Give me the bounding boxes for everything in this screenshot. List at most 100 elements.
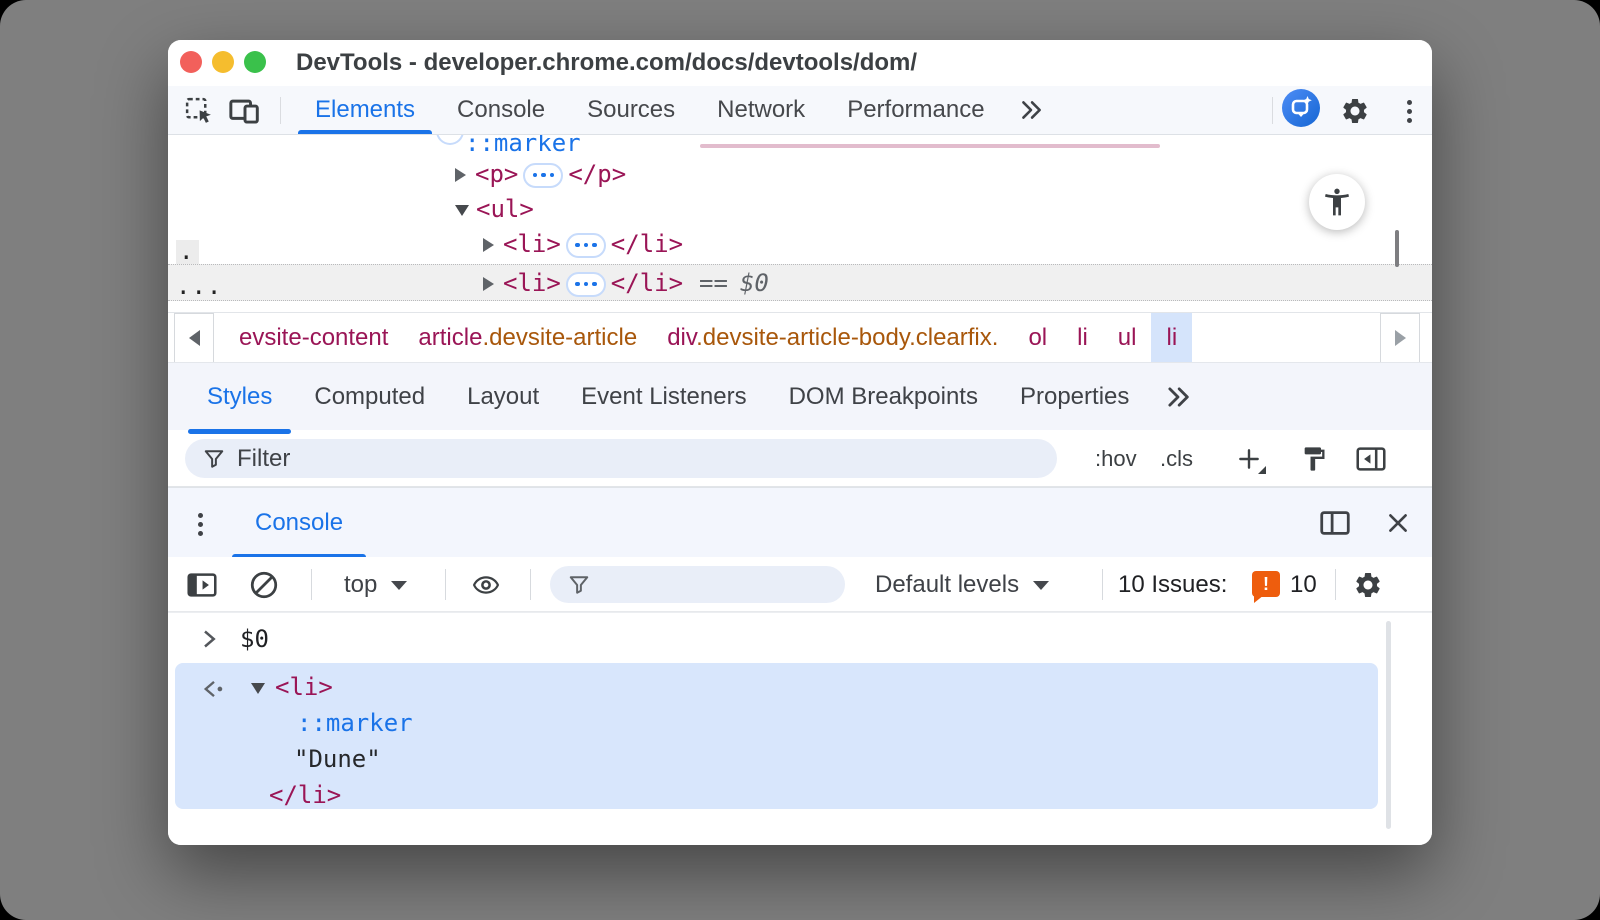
context-selector-label: top xyxy=(344,571,377,598)
result-pseudo-element[interactable]: ::marker xyxy=(297,705,413,741)
person-icon xyxy=(1321,186,1353,218)
toolbar-separator xyxy=(1102,569,1103,600)
expand-arrow-icon[interactable] xyxy=(483,277,494,291)
ellipsis-pill-icon[interactable] xyxy=(566,272,606,297)
panel-tabs: Elements Console Sources Network Perform… xyxy=(294,86,1056,134)
result-line-close: </li> xyxy=(175,777,1378,813)
window-title: DevTools - developer.chrome.com/docs/dev… xyxy=(296,40,917,86)
crumb-tag: li xyxy=(1166,324,1177,351)
pseudo-element-label[interactable]: ::marker xyxy=(465,135,581,157)
tab-event-listeners[interactable]: Event Listeners xyxy=(560,363,767,431)
context-selector[interactable]: top xyxy=(344,557,407,612)
breadcrumb-item[interactable]: li xyxy=(1062,313,1103,363)
toolbar-separator xyxy=(280,97,281,124)
styles-filter-field[interactable] xyxy=(185,439,1057,478)
double-chevron-right-icon xyxy=(1164,383,1192,411)
inspect-element-button[interactable] xyxy=(182,94,216,128)
expand-arrow-icon[interactable] xyxy=(455,168,466,182)
elements-scrollbar-thumb[interactable] xyxy=(1395,230,1399,267)
styles-toolbar: :hov .cls xyxy=(168,430,1432,487)
ellipsis-pill-icon[interactable] xyxy=(523,163,563,188)
breadcrumb-item[interactable]: ul xyxy=(1103,313,1152,363)
tree-row-p[interactable]: <p></p> xyxy=(168,157,1432,192)
show-console-sidebar-button[interactable] xyxy=(184,567,220,603)
tab-console[interactable]: Console xyxy=(436,86,566,134)
ai-assistance-button[interactable] xyxy=(1284,91,1318,125)
toggle-sidebar-button[interactable] xyxy=(1352,440,1390,478)
more-panels-button[interactable] xyxy=(1006,86,1056,134)
console-result-highlighted[interactable]: <li> ::marker "Dune" </li> xyxy=(175,663,1378,809)
ellipsis-pill-fragment-icon xyxy=(436,135,464,145)
tree-row-li-selected[interactable]: <li></li>==$0 xyxy=(168,264,1432,301)
expand-arrow-icon[interactable] xyxy=(483,238,494,252)
tree-row-li-first[interactable]: <li></li> xyxy=(168,227,1432,262)
tab-properties[interactable]: Properties xyxy=(999,363,1150,431)
tab-computed[interactable]: Computed xyxy=(293,363,446,431)
customize-devtools-button[interactable] xyxy=(1392,94,1426,128)
accessibility-button[interactable] xyxy=(1309,174,1365,230)
toggle-device-toolbar-button[interactable] xyxy=(228,94,262,128)
toolbar-separator xyxy=(1272,97,1273,124)
close-window-button[interactable] xyxy=(180,51,202,73)
tab-network[interactable]: Network xyxy=(696,86,826,134)
breadcrumb-item[interactable]: ol xyxy=(1013,313,1062,363)
pseudo-state-toggle[interactable]: :hov xyxy=(1095,430,1137,487)
console-filter-field[interactable] xyxy=(550,566,845,603)
more-sidebar-tabs-button[interactable] xyxy=(1150,363,1206,431)
console-scrollbar-thumb[interactable] xyxy=(1386,621,1391,829)
breadcrumb-item[interactable]: article.devsite-article xyxy=(403,313,652,363)
styles-filter-input[interactable] xyxy=(237,445,920,473)
tab-styles[interactable]: Styles xyxy=(186,363,293,431)
collapse-arrow-icon[interactable] xyxy=(455,205,469,216)
tag-close: </p> xyxy=(568,160,626,188)
clear-console-button[interactable] xyxy=(246,567,282,603)
settings-button[interactable] xyxy=(1338,94,1372,128)
log-levels-dropdown[interactable]: Default levels xyxy=(875,557,1049,612)
breadcrumb-item[interactable]: div.devsite-article-body.clearfix. xyxy=(652,313,1013,363)
panel-right-icon xyxy=(1356,445,1386,473)
toolbar-separator xyxy=(445,569,446,600)
crumbs-scroll-left-button[interactable] xyxy=(174,313,214,363)
tree-row-ul[interactable]: <ul> xyxy=(168,192,1432,227)
devtools-window: DevTools - developer.chrome.com/docs/dev… xyxy=(168,40,1432,845)
console-filter-input[interactable] xyxy=(590,572,810,598)
funnel-icon xyxy=(568,574,590,596)
dropdown-corner-icon xyxy=(1258,466,1266,474)
minimize-window-button[interactable] xyxy=(212,51,234,73)
tab-dom-breakpoints[interactable]: DOM Breakpoints xyxy=(768,363,999,431)
rendering-emulation-button[interactable] xyxy=(1295,440,1333,478)
collapse-arrow-icon[interactable] xyxy=(251,683,265,694)
drawer-menu-button[interactable] xyxy=(194,507,206,541)
element-classes-toggle[interactable]: .cls xyxy=(1160,430,1193,487)
equals-sign: == xyxy=(699,269,728,297)
create-live-expression-button[interactable] xyxy=(468,567,504,603)
close-drawer-button[interactable] xyxy=(1380,505,1416,541)
breadcrumb-item[interactable]: evsite-content xyxy=(224,313,403,363)
tab-elements[interactable]: Elements xyxy=(294,86,436,134)
clipped-text-sliver xyxy=(700,144,1160,148)
ellipsis-pill-icon[interactable] xyxy=(566,233,606,258)
issues-badge-icon[interactable]: ! xyxy=(1252,571,1280,597)
caret-down-icon xyxy=(391,581,407,590)
crumb-tag: ul xyxy=(1118,324,1137,351)
console-evaluated-command[interactable]: $0 xyxy=(168,617,1432,661)
split-panel-button[interactable] xyxy=(1317,505,1353,541)
new-style-rule-button[interactable] xyxy=(1230,440,1268,478)
breadcrumb-item-selected[interactable]: li xyxy=(1151,313,1192,363)
crumbs-scroll-right-button[interactable] xyxy=(1380,313,1420,363)
toolbar-separator xyxy=(1335,569,1336,600)
zoom-window-button[interactable] xyxy=(244,51,266,73)
tab-performance[interactable]: Performance xyxy=(826,86,1005,134)
tab-sources[interactable]: Sources xyxy=(566,86,696,134)
issues-label: 10 Issues: xyxy=(1118,571,1227,598)
kebab-menu-icon xyxy=(1403,94,1415,128)
console-settings-button[interactable] xyxy=(1350,567,1386,603)
crumb-classes: .devsite-article xyxy=(482,324,637,351)
log-levels-label: Default levels xyxy=(875,571,1019,598)
tree-row-clipped[interactable]: ::marker xyxy=(168,135,1432,157)
drawer-tab-console[interactable]: Console xyxy=(232,488,366,558)
result-line-pseudo: ::marker xyxy=(175,705,1378,741)
crumb-tag: ol xyxy=(1028,324,1047,351)
tab-layout[interactable]: Layout xyxy=(446,363,560,431)
issues-counter[interactable]: 10 Issues: xyxy=(1118,557,1227,612)
